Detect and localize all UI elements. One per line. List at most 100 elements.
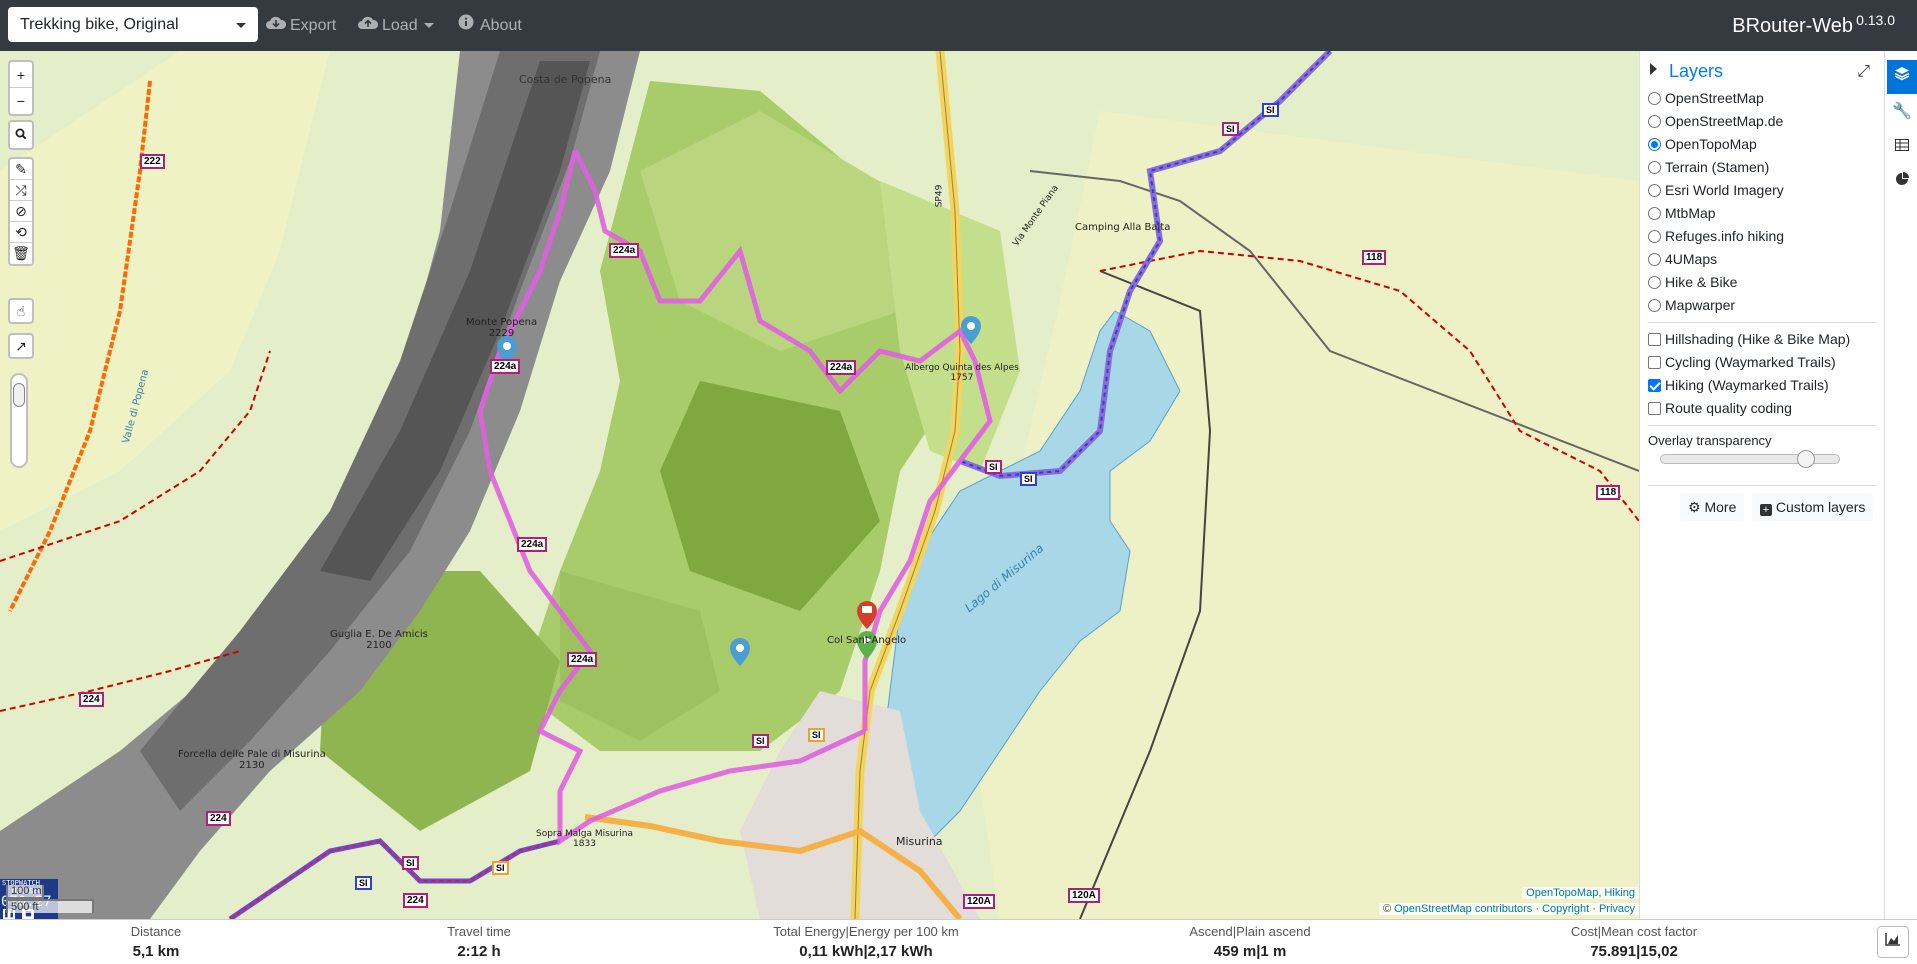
trail-tag: SI <box>492 861 509 875</box>
trail-tag: SI <box>1262 103 1279 117</box>
map-label-name: Sopra Malga Misurina <box>536 829 633 839</box>
overlay-option[interactable]: Hillshading (Hike & Bike Map) <box>1648 329 1850 349</box>
radio-button[interactable] <box>1648 230 1661 243</box>
zoom-in-button[interactable]: + <box>10 62 32 88</box>
overlay-option[interactable]: Cycling (Waymarked Trails) <box>1648 352 1836 372</box>
cogs-icon: ⚙ <box>1688 499 1701 515</box>
radio-button[interactable] <box>1648 207 1661 220</box>
base-layer-option[interactable]: Hike & Bike <box>1648 272 1737 292</box>
more-label: More <box>1704 499 1737 515</box>
tab-layers[interactable] <box>1887 60 1917 94</box>
base-layer-option[interactable]: Esri World Imagery <box>1648 180 1784 200</box>
base-layer-option[interactable]: OpenStreetMap <box>1648 88 1764 108</box>
attribution-layer-link[interactable]: OpenTopoMap, Hiking <box>1526 887 1635 899</box>
overlay-option[interactable]: Route quality coding <box>1648 398 1792 418</box>
map-label: Sopra Malga Misurina 1833 <box>536 829 633 849</box>
checkbox[interactable] <box>1648 402 1661 415</box>
base-layer-option[interactable]: Refuges.info hiking <box>1648 226 1784 246</box>
slider-thumb[interactable] <box>1797 450 1815 468</box>
radio-button[interactable] <box>1648 276 1661 289</box>
copyright-link[interactable]: Copyright <box>1542 903 1589 915</box>
base-layer-option[interactable]: 4UMaps <box>1648 249 1717 269</box>
delete-last-point-button[interactable]: ⟲ <box>10 222 32 243</box>
base-layer-option[interactable]: Terrain (Stamen) <box>1648 157 1769 177</box>
trail-tag: SI <box>402 856 419 870</box>
map-tiles <box>0 51 1639 919</box>
overlay-transparency-label: Overlay transparency <box>1648 433 1772 448</box>
about-button[interactable]: About <box>456 0 522 51</box>
checkbox-checked[interactable] <box>1648 379 1661 392</box>
elevation-control: ↗ <box>8 333 34 359</box>
trail-tag: 224a <box>517 537 548 552</box>
chevron-down-icon <box>236 23 246 28</box>
stat-label: Ascend|Plain ascend <box>1189 924 1311 939</box>
line-chart-icon: ↗ <box>15 338 27 354</box>
more-layers-button[interactable]: ⚙ More <box>1680 493 1745 521</box>
stat-ascend: Ascend|Plain ascend 459 m|1 m <box>1100 920 1400 962</box>
stat-value: 5,1 km <box>132 943 180 960</box>
map-label-altitude: 1833 <box>573 839 596 849</box>
overlay-transparency-slider[interactable] <box>1660 450 1840 468</box>
checkbox[interactable] <box>1648 333 1661 346</box>
radio-button[interactable] <box>1648 115 1661 128</box>
expand-icon[interactable]: ⤢ <box>1857 63 1870 81</box>
map-label-altitude: 2100 <box>366 640 392 651</box>
search-button[interactable] <box>10 122 32 148</box>
radio-button[interactable] <box>1648 299 1661 312</box>
tab-settings[interactable]: 🔧 <box>1887 95 1917 129</box>
base-layer-label: Mapwarper <box>1665 297 1736 313</box>
about-label: About <box>480 17 522 34</box>
tab-analysis[interactable] <box>1887 165 1917 199</box>
radio-button[interactable] <box>1648 161 1661 174</box>
base-layer-option[interactable]: Mapwarper <box>1648 295 1735 315</box>
shuffle-icon: ⤮ <box>15 182 27 198</box>
trash-icon: 🗑 <box>12 245 30 261</box>
elevation-button[interactable]: ↗ <box>10 335 32 357</box>
elevation-chart-button[interactable] <box>1877 926 1909 958</box>
export-button[interactable]: Export <box>266 0 336 51</box>
no-go-area-button[interactable]: ⊘ <box>10 201 32 222</box>
base-layer-option[interactable]: OpenTopoMap <box>1648 134 1757 154</box>
base-layer-option[interactable]: MtbMap <box>1648 203 1716 223</box>
checkbox[interactable] <box>1648 356 1661 369</box>
trail-tag: SI <box>1020 472 1037 486</box>
radio-button-selected[interactable] <box>1648 138 1661 151</box>
brand-name: BRouter-Web <box>1732 15 1854 37</box>
profile-select[interactable]: Trekking bike, Original <box>8 7 258 42</box>
zoom-out-button[interactable]: − <box>10 88 32 114</box>
trail-tag: 224 <box>403 893 428 908</box>
map-label: SP49 <box>934 184 945 208</box>
attribution-bar: © OpenStreetMap contributors · Copyright… <box>1378 903 1639 915</box>
map-label: Monte Popena 2229 <box>466 317 537 339</box>
chevron-down-icon <box>423 23 434 29</box>
layers-panel-header[interactable]: Layers <box>1650 61 1723 82</box>
osm-contributors-link[interactable]: OpenStreetMap contributors <box>1394 903 1532 915</box>
overlay-option[interactable]: Hiking (Waymarked Trails) <box>1648 375 1829 395</box>
trail-tag: SI <box>752 734 769 748</box>
map-canvas[interactable]: Costa de Popena Monte Popena 2229 Guglia… <box>0 51 1639 919</box>
pointer-button[interactable]: ☝ <box>10 300 32 322</box>
search-control <box>8 120 34 150</box>
radio-button[interactable] <box>1648 92 1661 105</box>
draw-route-button[interactable]: ✎ <box>10 159 32 180</box>
stat-cost: Cost|Mean cost factor 75.891|15,02 <box>1484 920 1784 962</box>
reverse-route-button[interactable]: ⤮ <box>10 180 32 201</box>
radio-button[interactable] <box>1648 184 1661 197</box>
stat-label: Travel time <box>447 924 511 939</box>
custom-layers-button[interactable]: + Custom layers <box>1752 493 1874 521</box>
tab-itinerary[interactable] <box>1887 130 1917 164</box>
stat-value: 0,11 kWh|2,17 kWh <box>799 943 933 960</box>
export-label: Export <box>290 17 337 34</box>
trail-tag: 224a <box>567 652 598 667</box>
radio-button[interactable] <box>1648 253 1661 266</box>
overlay-label: Route quality coding <box>1665 400 1792 416</box>
slider-handle[interactable] <box>13 383 25 407</box>
base-layer-option[interactable]: OpenStreetMap.de <box>1648 111 1783 131</box>
pie-chart-icon <box>1896 172 1909 185</box>
opacity-slider[interactable] <box>10 373 28 468</box>
privacy-link[interactable]: Privacy <box>1599 903 1635 915</box>
load-dropdown[interactable]: Load <box>358 0 434 51</box>
delete-route-button[interactable]: 🗑 <box>10 243 32 264</box>
trail-tag: 224 <box>79 692 104 707</box>
app-title: BRouter-Web 0.13.0 <box>1732 12 1895 38</box>
